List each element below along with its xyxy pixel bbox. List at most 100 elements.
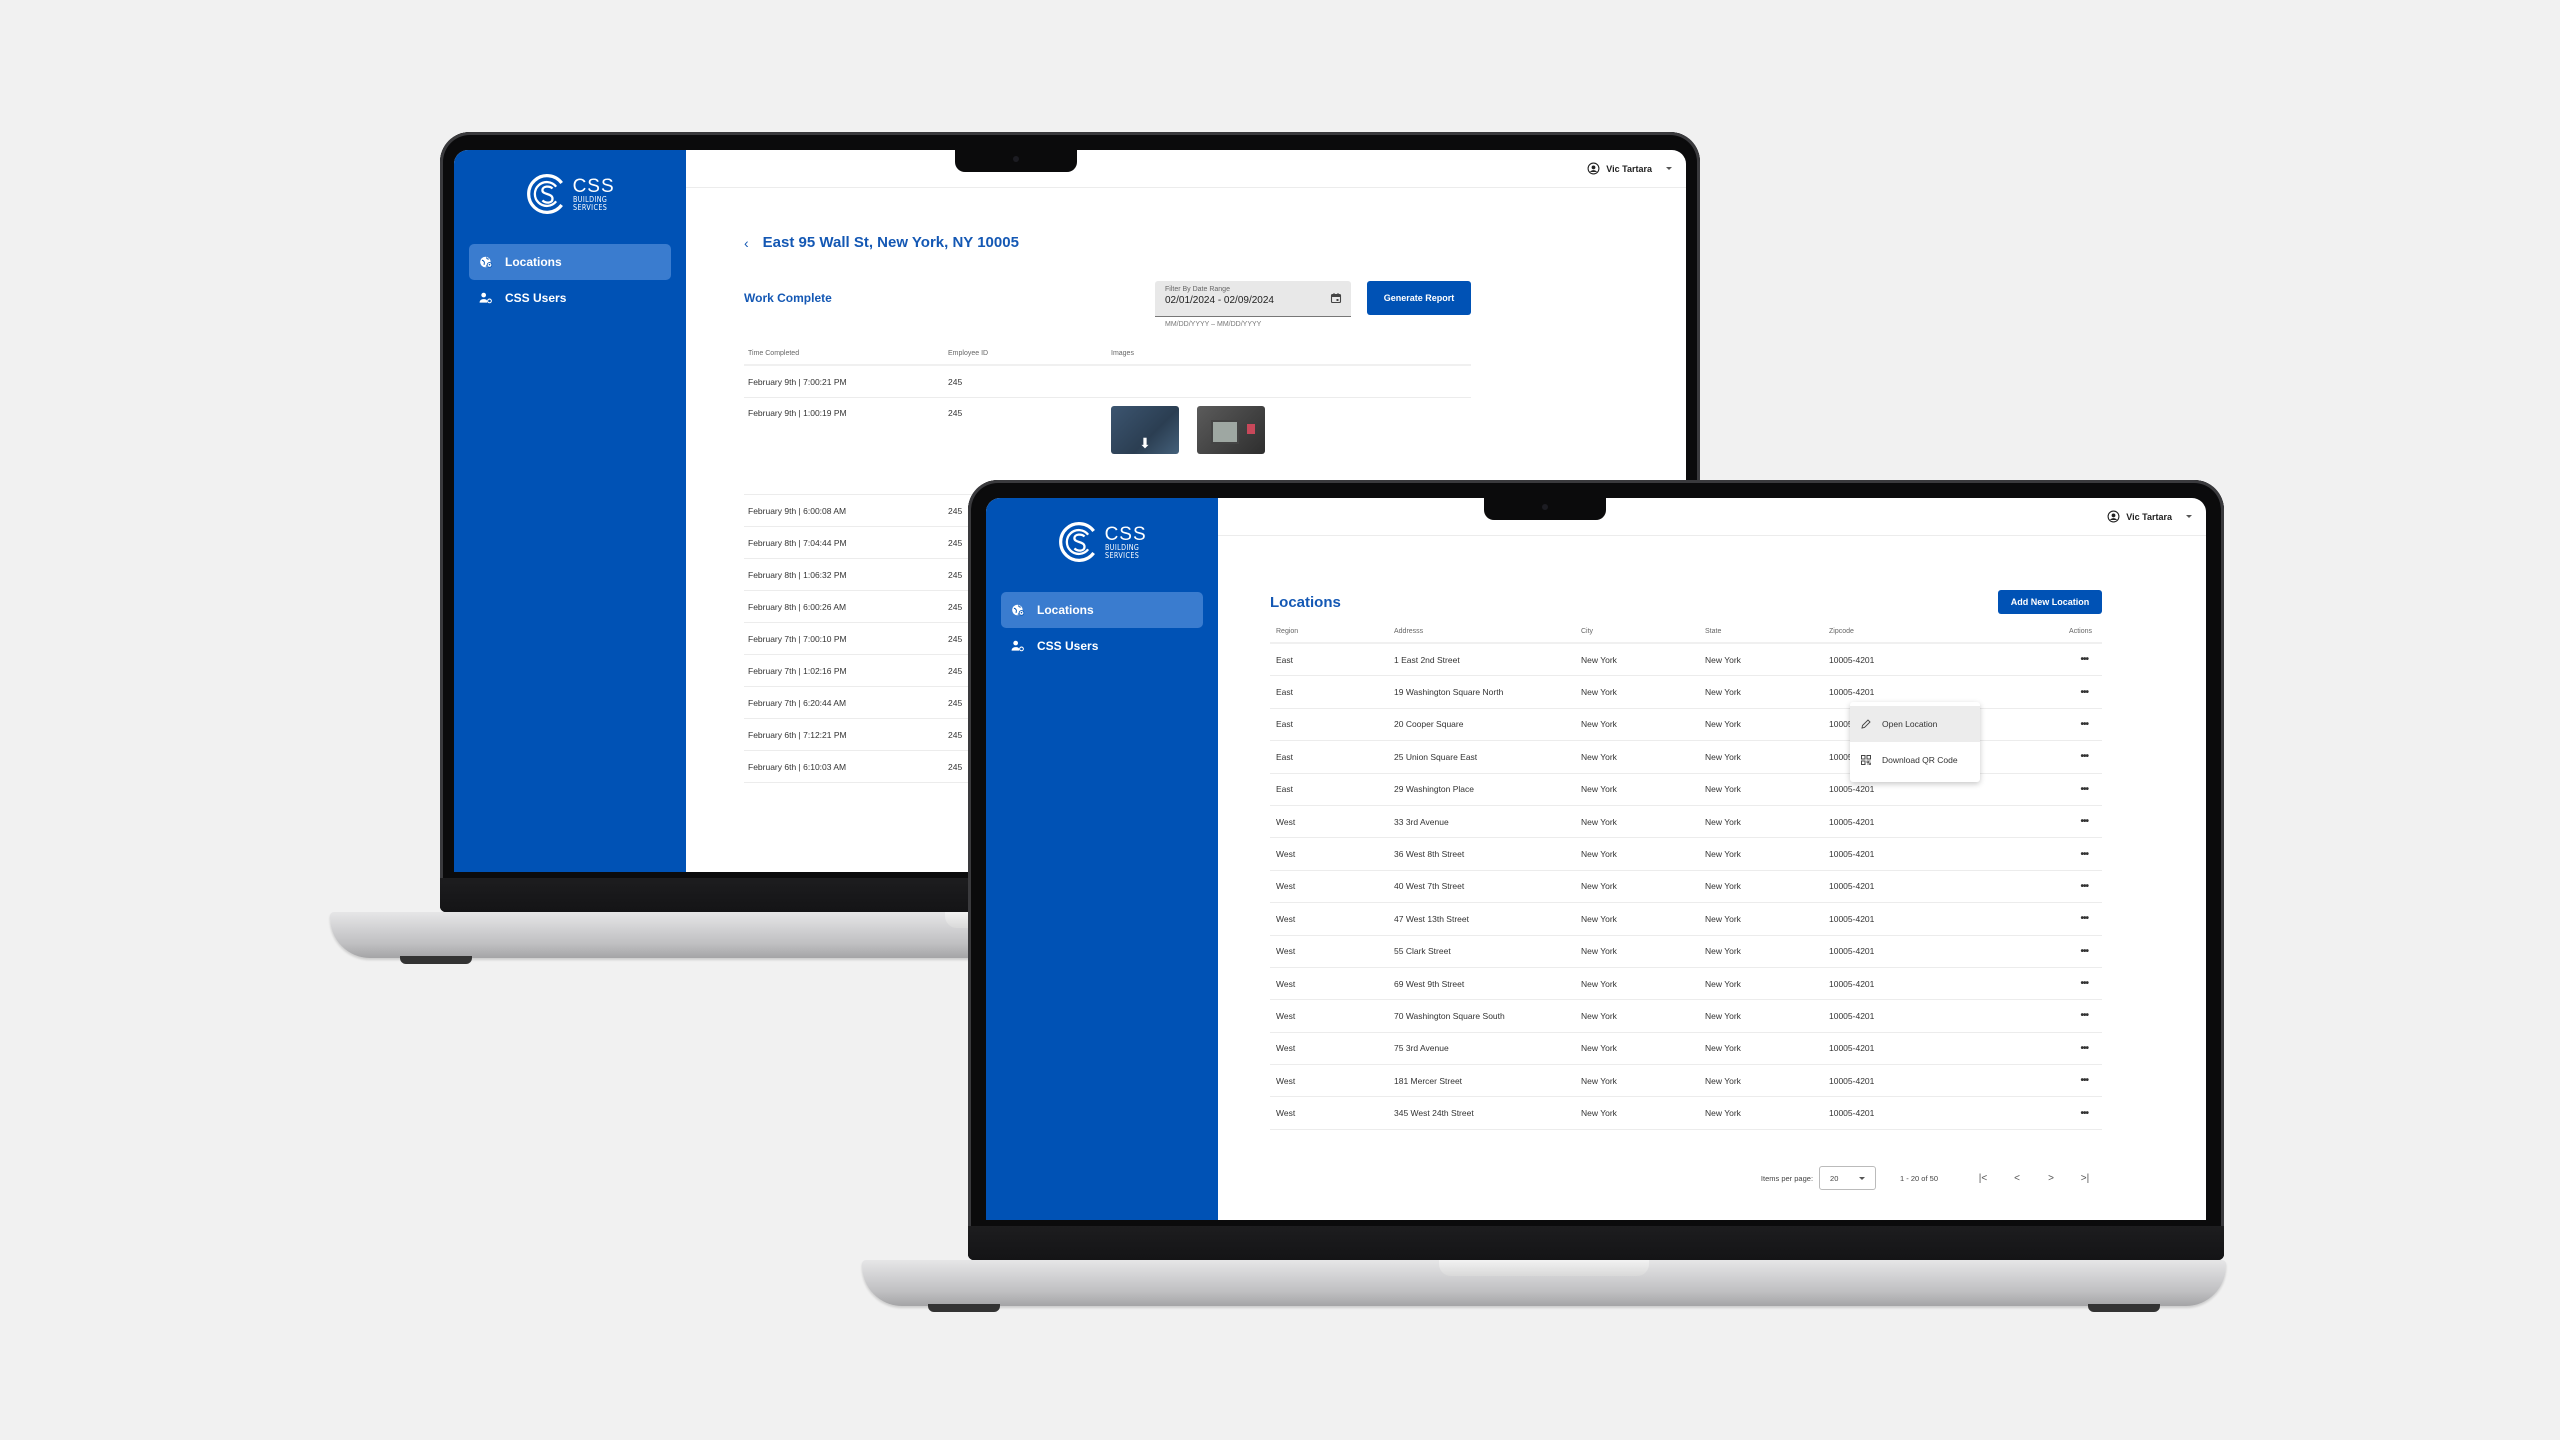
more-actions-icon[interactable]: •••	[1937, 784, 2102, 795]
more-actions-icon[interactable]: •••	[1937, 687, 2102, 698]
region-cell: West	[1276, 816, 1296, 827]
address-cell: 69 West 9th Street	[1394, 978, 1465, 989]
more-actions-icon[interactable]: •••	[1937, 1010, 2102, 1021]
table-row[interactable]: West 33 3rd Avenue New York New York 10005-4…	[1270, 806, 2102, 839]
table-row[interactable]: East 1 East 2nd Street New York New York 100…	[1270, 644, 2102, 677]
user-menu[interactable]: Vic Tartara	[2107, 510, 2192, 523]
date-range-hint: MM/DD/YYYY – MM/DD/YYYY	[1165, 321, 1262, 328]
camera-notch	[1484, 498, 1606, 520]
css-logo-icon	[526, 174, 563, 214]
table-header: Region Addresss City State Zipcode Actio…	[1270, 620, 2102, 644]
address-cell: 47 West 13th Street	[1394, 913, 1469, 924]
state-cell: New York	[1705, 1108, 1741, 1119]
next-page-button[interactable]: >	[2034, 1173, 2068, 1184]
brand-logo: CSS BUILDING SERVICES	[454, 172, 686, 216]
table-row[interactable]: West 70 Washington Square South New York Ne…	[1270, 1000, 2102, 1033]
sidebar-item-css-users[interactable]: CSS Users	[469, 280, 671, 316]
time-completed-cell: February 6th | 7:12:21 PM	[748, 729, 847, 740]
table-row[interactable]: West 181 Mercer Street New York New York 100…	[1270, 1065, 2102, 1098]
more-actions-icon[interactable]: •••	[1937, 881, 2102, 892]
more-actions-icon[interactable]: •••	[1937, 1108, 2102, 1119]
address-cell: 40 West 7th Street	[1394, 881, 1465, 892]
laptop-base	[862, 1260, 2226, 1312]
brand-subline: SERVICES	[1104, 550, 1139, 560]
address-cell: 19 Washington Square North	[1394, 687, 1504, 698]
column-header[interactable]: Region	[1276, 628, 1394, 635]
pencil-icon	[1860, 718, 1872, 730]
state-cell: New York	[1705, 913, 1741, 924]
zipcode-cell: 10005-4201	[1829, 1108, 1875, 1119]
address-cell: 25 Union Square East	[1394, 751, 1478, 762]
menu-item-download-qr[interactable]: Download QR Code	[1850, 742, 1980, 778]
employee-id-cell: 245	[948, 408, 963, 418]
image-thumbnail[interactable]	[1197, 406, 1265, 454]
table-row[interactable]: West 36 West 8th Street New York New York 10…	[1270, 838, 2102, 871]
section-title: Work Complete	[744, 291, 832, 305]
column-header[interactable]: Zipcode	[1829, 628, 1937, 635]
items-per-page-select[interactable]: 20	[1819, 1166, 1877, 1190]
more-actions-icon[interactable]: •••	[1937, 849, 2102, 860]
first-page-button[interactable]: |<	[1966, 1173, 2000, 1184]
more-actions-icon[interactable]: •••	[1937, 1043, 2102, 1054]
account-circle-icon	[1587, 162, 1600, 175]
address-cell: 29 Washington Place	[1394, 784, 1475, 795]
column-header[interactable]: City	[1581, 628, 1705, 635]
state-cell: New York	[1705, 849, 1741, 860]
city-cell: New York	[1581, 1043, 1617, 1054]
city-cell: New York	[1581, 751, 1617, 762]
column-header[interactable]: State	[1705, 628, 1829, 635]
zipcode-cell: 10005-4201	[1829, 1010, 1875, 1021]
address-cell: 75 3rd Avenue	[1394, 1043, 1449, 1054]
city-cell: New York	[1581, 849, 1617, 860]
column-header[interactable]: Time Completed	[748, 350, 948, 357]
menu-item-open-location[interactable]: Open Location	[1850, 706, 1980, 742]
sidebar-item-locations[interactable]: Locations	[469, 244, 671, 280]
table-row[interactable]: West 75 3rd Avenue New York New York 10005-4…	[1270, 1033, 2102, 1066]
region-cell: West	[1276, 978, 1296, 989]
more-actions-icon[interactable]: •••	[1937, 1075, 2102, 1086]
locations-screen: CSS BUILDING SERVICES Locations CSS User…	[986, 498, 2206, 1220]
previous-page-button[interactable]: <	[2000, 1173, 2034, 1184]
download-icon[interactable]: ⬇	[1139, 436, 1151, 450]
user-menu[interactable]: Vic Tartara	[1587, 162, 1672, 175]
address-cell: 20 Cooper Square	[1394, 719, 1464, 730]
table-row[interactable]: West 69 West 9th Street New York New York 10…	[1270, 968, 2102, 1001]
state-cell: New York	[1705, 719, 1741, 730]
column-header: Actions	[2069, 627, 2092, 635]
date-range-label: Filter By Date Range	[1165, 286, 1230, 293]
zipcode-cell: 10005-4201	[1829, 784, 1875, 795]
date-range-field[interactable]: Filter By Date Range 02/01/2024 - 02/09/…	[1155, 281, 1351, 317]
more-actions-icon[interactable]: •••	[1937, 816, 2102, 827]
add-new-location-button[interactable]: Add New Location	[1998, 590, 2102, 614]
css-logo-icon	[1058, 522, 1095, 562]
column-header[interactable]: Addresss	[1394, 628, 1581, 635]
region-cell: West	[1276, 946, 1296, 957]
table-row[interactable]: West 345 West 24th Street New York New York…	[1270, 1097, 2102, 1130]
time-completed-cell: February 8th | 1:06:32 PM	[748, 569, 847, 580]
sidebar-item-css-users[interactable]: CSS Users	[1001, 628, 1203, 664]
region-cell: West	[1276, 849, 1296, 860]
sidebar-item-label: Locations	[1037, 603, 1094, 617]
state-cell: New York	[1705, 687, 1741, 698]
address-cell: 55 Clark Street	[1394, 946, 1451, 957]
column-header[interactable]: Employee ID	[948, 350, 1111, 357]
more-actions-icon[interactable]: •••	[1937, 946, 2102, 957]
last-page-button[interactable]: >|	[2068, 1173, 2102, 1184]
more-actions-icon[interactable]: •••	[1937, 913, 2102, 924]
more-actions-icon[interactable]: •••	[1937, 978, 2102, 989]
column-header[interactable]: Images	[1111, 350, 1471, 357]
table-row[interactable]: West 40 West 7th Street New York New York 10…	[1270, 871, 2102, 904]
image-thumbnail[interactable]: ⬇	[1111, 406, 1179, 454]
sidebar-item-locations[interactable]: Locations	[1001, 592, 1203, 628]
zipcode-cell: 10005-4201	[1829, 881, 1875, 892]
table-header: Time Completed Employee ID Images	[744, 342, 1471, 366]
zipcode-cell: 10005-4201	[1829, 913, 1875, 924]
sidebar-item-label: CSS Users	[505, 291, 567, 305]
table-row[interactable]: West 55 Clark Street New York New York 10005…	[1270, 936, 2102, 968]
calendar-icon[interactable]	[1330, 292, 1342, 304]
back-chevron-icon[interactable]: ‹	[744, 235, 749, 251]
generate-report-button[interactable]: Generate Report	[1367, 281, 1471, 315]
table-row[interactable]: West 47 West 13th Street New York New York 1…	[1270, 903, 2102, 936]
locations-table: Region Addresss City State Zipcode Actio…	[1270, 620, 2102, 1130]
more-actions-icon[interactable]: •••	[1937, 654, 2102, 665]
